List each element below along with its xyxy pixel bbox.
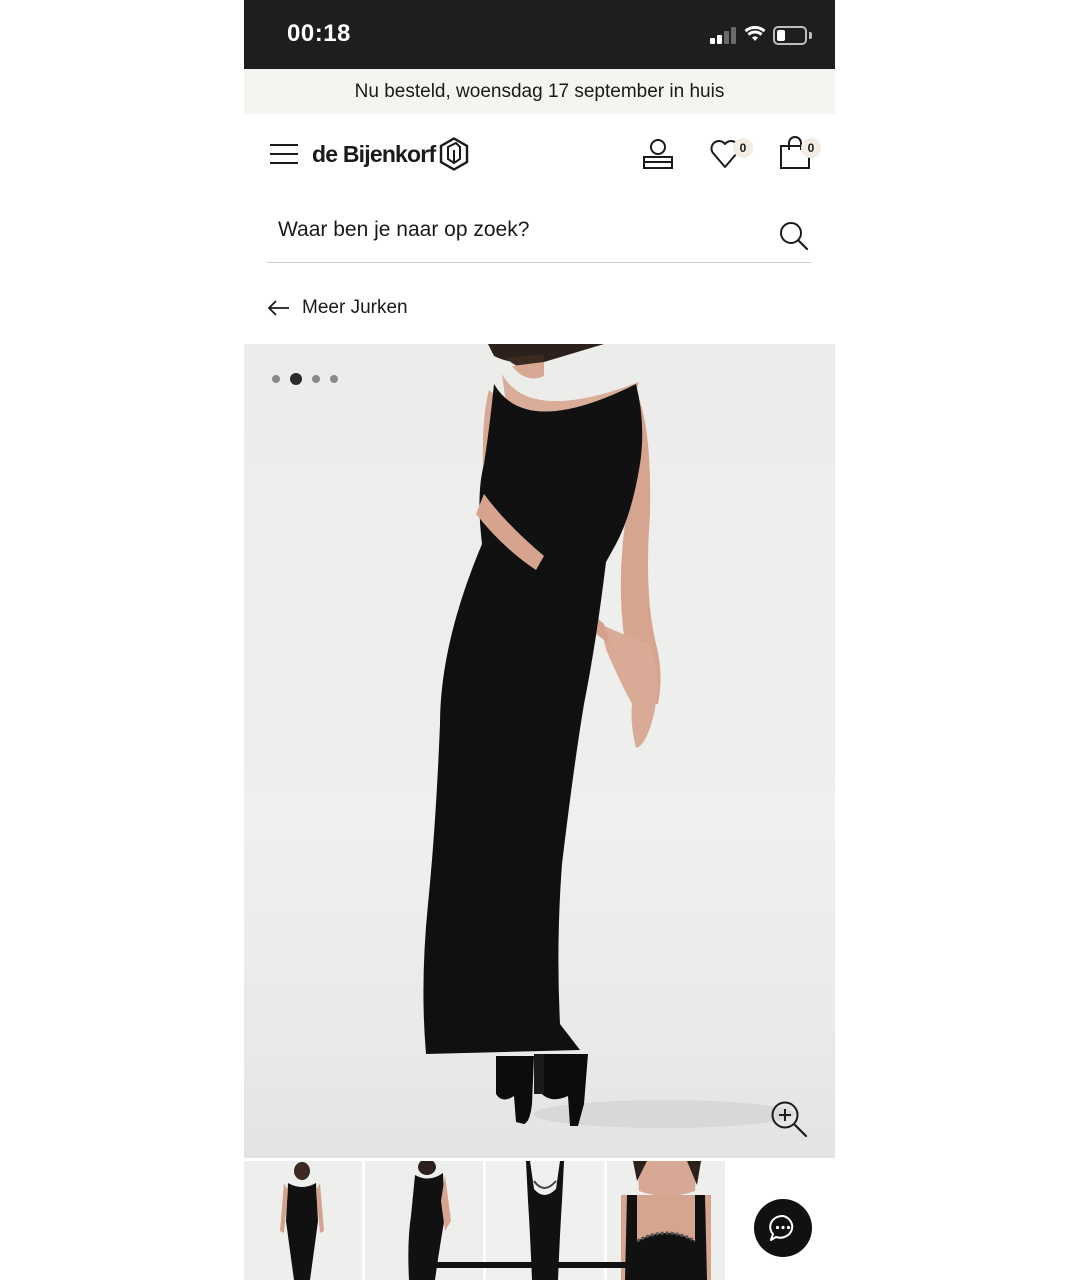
carousel-dot-3[interactable]	[312, 375, 320, 383]
phone-screen: 00:18 Nu besteld, woensdag 17 september …	[244, 0, 835, 1280]
battery-tip	[809, 32, 812, 39]
search-input[interactable]	[278, 216, 758, 244]
back-to-category-link[interactable]: Meer Jurken	[268, 294, 408, 322]
back-link-label: Meer Jurken	[302, 297, 408, 318]
product-photo-model-back-view	[423, 344, 794, 1128]
hamburger-menu-icon[interactable]	[270, 143, 298, 165]
product-image-carousel[interactable]	[244, 344, 835, 1158]
thumbnail-1-image	[244, 1161, 362, 1280]
cellular-signal-icon	[710, 27, 736, 44]
chat-button[interactable]	[754, 1199, 812, 1257]
bag-count-badge: 0	[801, 138, 821, 158]
wifi-icon	[744, 25, 766, 41]
delivery-banner: Nu besteld, woensdag 17 september in hui…	[244, 69, 835, 114]
logo-text: de Bijenkorf	[312, 140, 436, 167]
status-bar: 00:18	[244, 0, 835, 69]
site-header: de Bijenkorf 0 0	[244, 114, 835, 194]
bijenkorf-logo[interactable]: de Bijenkorf	[312, 136, 469, 172]
carousel-dot-4[interactable]	[330, 375, 338, 383]
zoom-in-icon[interactable]	[770, 1100, 808, 1138]
carousel-dots	[272, 373, 338, 385]
battery-icon	[773, 26, 807, 45]
status-time: 00:18	[287, 20, 351, 47]
delivery-banner-text: Nu besteld, woensdag 17 september in hui…	[354, 80, 725, 102]
home-indicator	[434, 1262, 644, 1268]
carousel-dot-1[interactable]	[272, 375, 280, 383]
carousel-dot-2-active[interactable]	[290, 373, 302, 385]
search-bar[interactable]	[267, 204, 812, 263]
wishlist-count-badge: 0	[733, 138, 753, 158]
thumbnail-1[interactable]	[244, 1161, 362, 1280]
search-icon[interactable]	[779, 221, 809, 251]
logo-mark-icon	[440, 137, 469, 171]
user-account-icon[interactable]	[642, 138, 674, 170]
arrow-left-icon	[268, 300, 289, 316]
chat-bubble-icon	[769, 1214, 794, 1241]
